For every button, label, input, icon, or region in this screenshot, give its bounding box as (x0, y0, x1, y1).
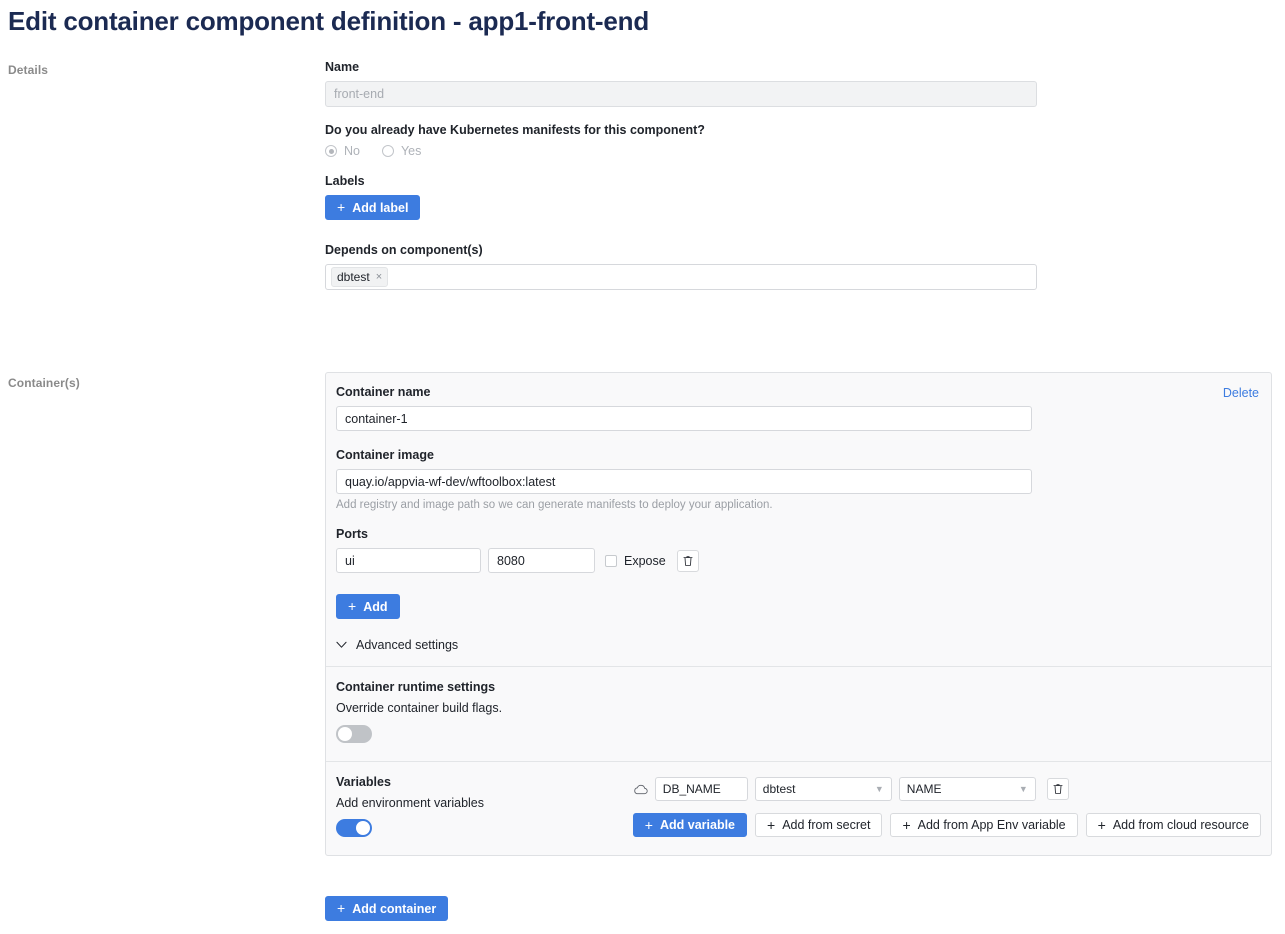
add-port-button[interactable]: + Add (336, 594, 400, 619)
delete-port-button[interactable] (676, 549, 699, 572)
variable-key-input[interactable] (654, 777, 748, 801)
add-from-secret-button-text: Add from secret (782, 818, 871, 832)
radio-option-no[interactable]: No (325, 144, 360, 158)
add-label-button-text: Add label (352, 200, 409, 215)
cloud-icon (634, 784, 648, 794)
add-from-app-env-variable-button[interactable]: + Add from App Env variable (890, 813, 1078, 837)
expose-label: Expose (624, 553, 666, 568)
expose-checkbox-wrapper[interactable]: Expose (605, 554, 666, 568)
trash-icon (1053, 784, 1063, 794)
depends-on-input[interactable]: dbtest × (325, 264, 1037, 290)
variables-left-column: Variables Add environment variables (336, 775, 633, 837)
variable-resource-select[interactable]: dbtest ▼ (754, 777, 892, 801)
port-row: Expose (336, 548, 1261, 573)
runtime-settings-toggle[interactable] (336, 725, 372, 743)
advanced-settings-label: Advanced settings (356, 638, 459, 652)
add-container-button[interactable]: + Add container (325, 896, 449, 921)
variables-right-column: dbtest ▼ NAME ▼ + Add variable (632, 775, 1261, 837)
plus-icon: + (337, 900, 346, 916)
chip-label: dbtest (337, 270, 370, 284)
plus-icon: + (767, 816, 776, 833)
port-name-input[interactable] (336, 548, 481, 573)
section-label-containers: Container(s) (8, 376, 80, 390)
variable-action-buttons: + Add variable + Add from secret + Add f… (632, 813, 1261, 837)
plus-icon: + (902, 816, 911, 833)
container-image-input[interactable] (336, 469, 1032, 494)
depends-on-field-label: Depends on component(s) (325, 243, 483, 257)
name-input[interactable] (325, 81, 1037, 107)
variable-resource-value: dbtest (762, 782, 796, 796)
add-label-button[interactable]: + Add label (325, 195, 421, 220)
plus-icon: + (348, 598, 357, 614)
container-image-helper-text: Add registry and image path so we can ge… (336, 499, 773, 511)
radio-label-yes: Yes (400, 144, 422, 158)
delete-container-link[interactable]: Delete (1223, 386, 1259, 400)
expose-checkbox[interactable] (605, 554, 617, 567)
plus-icon: + (337, 199, 346, 215)
footer-actions: + Add container (325, 896, 449, 921)
radio-option-yes[interactable]: Yes (381, 144, 422, 158)
chip-dbtest[interactable]: dbtest × (331, 267, 389, 287)
port-number-input[interactable] (488, 548, 595, 573)
manifests-question-label: Do you already have Kubernetes manifests… (325, 123, 705, 137)
plus-icon: + (644, 816, 653, 833)
radio-icon-no (325, 145, 337, 157)
variable-resource-key-value: NAME (906, 782, 942, 796)
variable-resource-key-select[interactable]: NAME ▼ (898, 777, 1036, 801)
name-field-label: Name (325, 60, 360, 74)
variable-row: dbtest ▼ NAME ▼ (633, 777, 1261, 801)
container-main-section: Delete Container name Container image Ad… (326, 373, 1271, 666)
container-name-input[interactable] (336, 406, 1032, 431)
manifests-radio-group: No Yes (325, 144, 1037, 158)
container-card: Delete Container name Container image Ad… (325, 372, 1272, 856)
plus-icon: + (1097, 816, 1106, 833)
radio-label-no: No (344, 144, 360, 158)
container-runtime-section: Container runtime settings Override cont… (326, 666, 1271, 761)
chevron-down-icon: ▼ (874, 783, 884, 794)
add-variable-button-text: Add variable (659, 818, 736, 832)
add-port-button-text: Add (363, 599, 388, 614)
chevron-down-icon (336, 641, 347, 648)
add-from-secret-button[interactable]: + Add from secret (755, 813, 883, 837)
variables-description: Add environment variables (336, 796, 484, 810)
add-from-cloud-resource-button-text: Add from cloud resource (1112, 818, 1249, 832)
add-from-app-env-variable-button-text: Add from App Env variable (917, 818, 1066, 832)
container-name-label: Container name (336, 385, 431, 399)
runtime-settings-description: Override container build flags. (336, 701, 503, 715)
add-from-cloud-resource-button[interactable]: + Add from cloud resource (1085, 813, 1261, 837)
toggle-knob (338, 727, 352, 741)
chip-remove-icon[interactable]: × (376, 271, 382, 283)
toggle-knob (356, 821, 370, 835)
container-variables-section: Variables Add environment variables dbte… (326, 761, 1271, 855)
add-variable-button[interactable]: + Add variable (632, 813, 748, 837)
ports-label: Ports (336, 527, 368, 541)
chevron-down-icon: ▼ (1018, 783, 1028, 794)
labels-field-label: Labels (325, 174, 365, 188)
runtime-settings-title: Container runtime settings (336, 680, 496, 694)
advanced-settings-toggle[interactable]: Advanced settings (336, 638, 458, 652)
variables-title: Variables (336, 775, 391, 789)
delete-variable-button[interactable] (1046, 778, 1069, 800)
container-image-label: Container image (336, 448, 434, 462)
add-container-button-text: Add container (352, 901, 437, 916)
page-title: Edit container component definition - ap… (8, 6, 650, 36)
variables-toggle[interactable] (336, 819, 372, 837)
section-label-details: Details (8, 63, 49, 77)
details-form: Name Do you already have Kubernetes mani… (325, 60, 1037, 290)
radio-icon-yes (381, 145, 394, 157)
trash-icon (683, 555, 693, 566)
